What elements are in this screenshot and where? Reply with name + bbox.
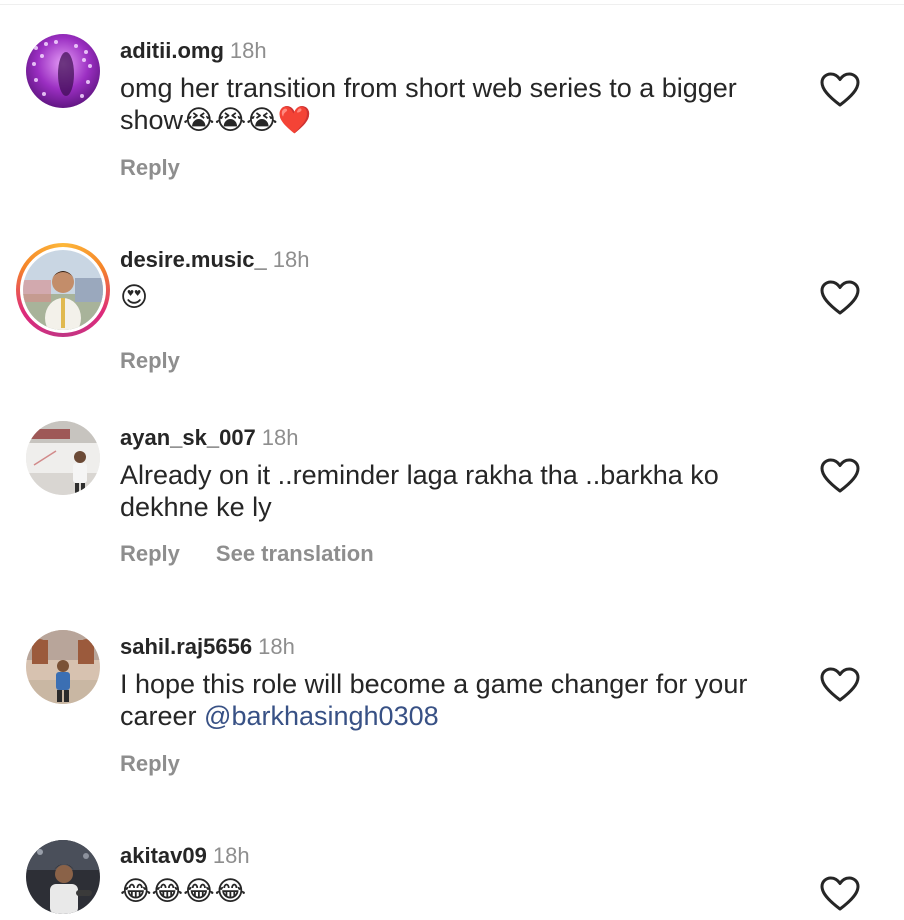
heart-outline-icon[interactable] bbox=[820, 280, 860, 316]
timestamp: 18h bbox=[261, 425, 299, 450]
emoji-reactions: 😂😂😂😂 bbox=[120, 876, 247, 906]
heart-outline-icon[interactable] bbox=[820, 72, 860, 108]
mention-link[interactable]: @barkhasingh0308 bbox=[204, 701, 439, 731]
emoji-reactions: 😭😭😭❤️ bbox=[183, 105, 312, 135]
comment-text: omg her transition from short web series… bbox=[120, 73, 737, 135]
heart-outline-icon[interactable] bbox=[820, 667, 860, 703]
reply-button[interactable]: Reply bbox=[120, 348, 180, 373]
comment-text: 😂😂😂😂 bbox=[120, 875, 800, 907]
avatar bbox=[23, 250, 103, 330]
timestamp: 18h bbox=[229, 38, 267, 63]
comment-actions: Reply bbox=[120, 348, 180, 374]
top-divider bbox=[0, 4, 904, 5]
reply-button[interactable]: Reply bbox=[120, 751, 180, 776]
comment-meta: akitav09 18h bbox=[120, 843, 250, 869]
avatar-story-ring[interactable] bbox=[16, 243, 110, 337]
avatar[interactable] bbox=[26, 421, 100, 495]
heart-outline-icon[interactable] bbox=[820, 458, 860, 494]
username[interactable]: ayan_sk_007 bbox=[120, 425, 256, 450]
comment-meta: ayan_sk_007 18h bbox=[120, 425, 299, 451]
emoji-reactions: 😍 bbox=[120, 282, 149, 312]
see-translation-button[interactable]: See translation bbox=[216, 541, 374, 566]
comment-actions: Reply bbox=[120, 751, 180, 777]
timestamp: 18h bbox=[272, 247, 310, 272]
avatar[interactable] bbox=[26, 34, 100, 108]
comment-meta: desire.music_ 18h bbox=[120, 247, 309, 273]
comment-text: Already on it ..reminder laga rakha tha … bbox=[120, 460, 719, 522]
username[interactable]: sahil.raj5656 bbox=[120, 634, 252, 659]
username[interactable]: aditii.omg bbox=[120, 38, 224, 63]
comment-actions: Reply bbox=[120, 155, 180, 181]
comment-text: 😍 bbox=[120, 281, 800, 313]
reply-button[interactable]: Reply bbox=[120, 155, 180, 180]
comment-text: I hope this role will become a game chan… bbox=[120, 669, 748, 731]
comment-meta: sahil.raj5656 18h bbox=[120, 634, 295, 660]
timestamp: 18h bbox=[258, 634, 295, 659]
comment-meta: aditii.omg 18h bbox=[120, 38, 267, 64]
comment-actions: Reply See translation bbox=[120, 541, 374, 567]
username[interactable]: akitav09 bbox=[120, 843, 207, 868]
avatar[interactable] bbox=[26, 840, 100, 914]
timestamp: 18h bbox=[212, 843, 250, 868]
heart-outline-icon[interactable] bbox=[820, 876, 860, 912]
avatar[interactable] bbox=[26, 630, 100, 704]
username[interactable]: desire.music_ bbox=[120, 247, 267, 272]
reply-button[interactable]: Reply bbox=[120, 541, 180, 566]
